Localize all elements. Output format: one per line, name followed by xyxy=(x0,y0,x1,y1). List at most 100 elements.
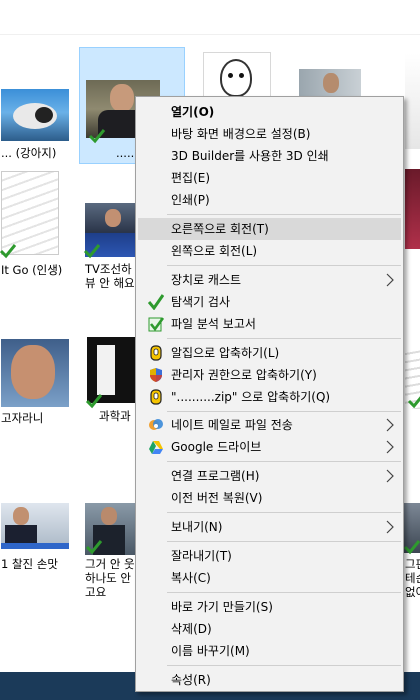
menu-item-label: 관리자 권한으로 압축하기(Y) xyxy=(171,368,317,382)
thumbnail xyxy=(405,53,420,149)
file-label: ... (강아지) xyxy=(1,146,57,160)
file-label-line3: 없어 xyxy=(405,585,420,599)
menu-separator xyxy=(167,338,401,339)
thumbnail xyxy=(1,503,69,549)
menu-item-label: 알집으로 압축하기(L) xyxy=(171,346,280,360)
file-tile-edge-2[interactable] xyxy=(404,166,420,258)
menu-item-v3-scan[interactable]: 탐색기 검사 xyxy=(138,291,401,313)
menu-item-open-with[interactable]: 연결 프로그램(H) xyxy=(138,465,401,487)
menu-item-rotate-left[interactable]: 왼쪽으로 회전(L) xyxy=(138,240,401,262)
v3-check-icon xyxy=(147,294,165,311)
menu-item-label: 장치로 캐스트 xyxy=(171,273,242,287)
chevron-right-icon xyxy=(386,273,394,287)
file-label-line2: 하나도 안 xyxy=(85,571,131,585)
menu-item-label: 탐색기 검사 xyxy=(171,295,231,309)
file-label: 과학과 xyxy=(99,409,131,423)
menu-item-delete[interactable]: 삭제(D) xyxy=(138,618,401,640)
menu-item-label: 바로 가기 만들기(S) xyxy=(171,600,273,614)
menu-item-3d-print[interactable]: 3D Builder를 사용한 3D 인쇄 xyxy=(138,145,401,167)
thumbnail xyxy=(1,89,69,141)
menu-separator xyxy=(167,592,401,593)
menu-item-label: 3D Builder를 사용한 3D 인쇄 xyxy=(171,149,329,163)
menu-item-label: 이전 버전 복원(V) xyxy=(171,491,263,505)
menu-item-label: 오른쪽으로 회전(T) xyxy=(171,222,269,236)
chevron-right-icon xyxy=(386,440,394,454)
menu-separator xyxy=(167,411,401,412)
file-tile-edge-3[interactable] xyxy=(404,336,420,414)
admin-shield-icon xyxy=(148,367,164,383)
menu-item-v3-report[interactable]: 파일 분석 보고서 xyxy=(138,313,401,335)
menu-item-label: 바탕 화면 배경으로 설정(B) xyxy=(171,127,311,141)
menu-item-label: 이름 바꾸기(M) xyxy=(171,644,250,658)
menu-item-label: 인쇄(P) xyxy=(171,193,210,207)
menu-item-create-shortcut[interactable]: 바로 가기 만들기(S) xyxy=(138,596,401,618)
file-label-line1: 그거 안 웃 xyxy=(85,557,135,571)
checkmark-icon xyxy=(83,243,101,259)
menu-item-label: 네이트 메일로 파일 전송 xyxy=(171,418,293,432)
menu-item-label: 복사(C) xyxy=(171,571,211,585)
file-tile-geugeo[interactable]: 그거 안 웃 하나도 안 고요 xyxy=(82,500,140,602)
menu-item-restore-previous[interactable]: 이전 버전 복원(V) xyxy=(138,487,401,509)
menu-item-compress-to-zip[interactable]: "..........zip" 으로 압축하기(Q) xyxy=(138,386,401,408)
menu-item-label: 보내기(N) xyxy=(171,520,223,534)
file-label: It Go (인생) xyxy=(1,263,63,277)
menu-item-alzip-compress[interactable]: 알집으로 압축하기(L) xyxy=(138,342,401,364)
menu-item-label: 속성(R) xyxy=(171,673,211,687)
context-menu: 열기(O) 바탕 화면 배경으로 설정(B) 3D Builder를 사용한 3… xyxy=(135,96,404,692)
menu-separator xyxy=(167,214,401,215)
file-label-line2: 테슨 xyxy=(405,571,420,585)
file-tile-comic[interactable]: It Go (인생) xyxy=(0,168,74,280)
checkmark-icon xyxy=(403,539,420,555)
menu-item-cut[interactable]: 잘라내기(T) xyxy=(138,545,401,567)
file-label: 1 찰진 손맛 xyxy=(1,557,58,571)
menu-item-print[interactable]: 인쇄(P) xyxy=(138,189,401,211)
menu-item-label: 연결 프로그램(H) xyxy=(171,469,260,483)
menu-separator xyxy=(167,541,401,542)
thumbnail xyxy=(405,169,420,249)
nate-mail-icon xyxy=(148,417,164,433)
menu-item-label: Google 드라이브 xyxy=(171,440,262,454)
menu-separator xyxy=(167,461,401,462)
file-tile-edge-1[interactable] xyxy=(404,44,420,156)
thumbnail xyxy=(1,339,69,407)
menu-item-google-drive[interactable]: Google 드라이브 xyxy=(138,436,401,458)
menu-item-set-wallpaper[interactable]: 바탕 화면 배경으로 설정(B) xyxy=(138,123,401,145)
file-label: 고자라니 xyxy=(1,411,44,425)
file-tile-science[interactable]: 과학과 xyxy=(82,334,140,428)
chevron-right-icon xyxy=(386,418,394,432)
menu-item-copy[interactable]: 복사(C) xyxy=(138,567,401,589)
menu-item-rename[interactable]: 이름 바꾸기(M) xyxy=(138,640,401,662)
alzip-icon xyxy=(148,345,164,361)
file-tile-chaljin[interactable]: 1 찰진 손맛 xyxy=(0,500,74,578)
checkmark-icon xyxy=(407,393,420,409)
menu-item-label: 왼쪽으로 회전(L) xyxy=(171,244,258,258)
menu-item-label: 파일 분석 보고서 xyxy=(171,317,256,331)
file-tile-gojarani[interactable]: 고자라니 xyxy=(0,336,74,430)
v3-report-icon xyxy=(148,316,165,332)
menu-separator xyxy=(167,265,401,266)
menu-item-rotate-right[interactable]: 오른쪽으로 회전(T) xyxy=(138,218,401,240)
menu-item-admin-compress[interactable]: 관리자 권한으로 압축하기(Y) xyxy=(138,364,401,386)
file-label-line1: 그판 xyxy=(405,557,420,571)
file-tile-dog[interactable]: ... (강아지) xyxy=(0,82,74,164)
chevron-right-icon xyxy=(386,469,394,483)
file-label-line3: 고요 xyxy=(85,585,107,599)
explorer-top-strip xyxy=(0,0,420,35)
checkmark-icon xyxy=(85,539,103,555)
menu-item-cast-to-device[interactable]: 장치로 캐스트 xyxy=(138,269,401,291)
menu-item-label: 열기(O) xyxy=(171,105,215,119)
file-tile-tv-chosun[interactable]: TV조선하 뷰 안 해요 xyxy=(82,200,140,294)
chevron-right-icon xyxy=(386,520,394,534)
menu-item-label: 편집(E) xyxy=(171,171,211,185)
file-label-line2: 뷰 안 해요 xyxy=(85,276,135,290)
checkmark-icon xyxy=(0,243,17,259)
menu-item-edit[interactable]: 편집(E) xyxy=(138,167,401,189)
menu-item-label: 잘라내기(T) xyxy=(171,549,232,563)
menu-item-properties[interactable]: 속성(R) xyxy=(138,669,401,691)
menu-item-label: 삭제(D) xyxy=(171,622,212,636)
menu-item-send-to[interactable]: 보내기(N) xyxy=(138,516,401,538)
menu-separator xyxy=(167,665,401,666)
file-label-line1: TV조선하 xyxy=(85,262,132,276)
menu-item-open[interactable]: 열기(O) xyxy=(138,101,401,123)
menu-item-nate-mail[interactable]: 네이트 메일로 파일 전송 xyxy=(138,414,401,436)
